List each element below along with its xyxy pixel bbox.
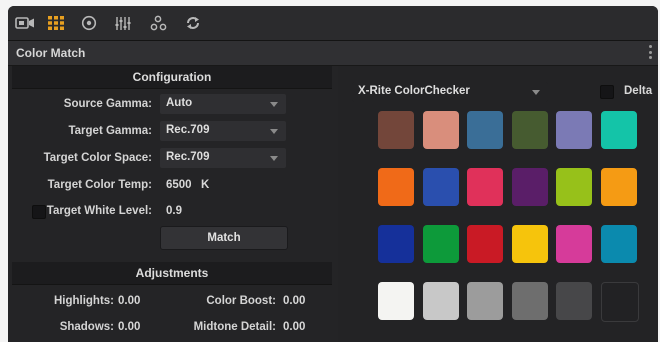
highlights-field[interactable]: 0.00 xyxy=(118,295,140,307)
target-white-level-field[interactable]: 0.9 xyxy=(166,205,182,217)
color-swatch[interactable] xyxy=(378,225,414,263)
color-swatch[interactable] xyxy=(600,282,639,322)
chart-type-value: X-Rite ColorChecker xyxy=(358,85,470,97)
target-color-space-value: Rec.709 xyxy=(166,151,210,163)
chevron-down-icon xyxy=(270,129,278,134)
target-gamma-value: Rec.709 xyxy=(166,124,210,136)
toolbar xyxy=(8,6,658,41)
match-button[interactable]: Match xyxy=(160,226,288,250)
color-swatch[interactable] xyxy=(467,282,503,320)
chevron-down-icon xyxy=(270,156,278,161)
target-white-level-checkbox[interactable] xyxy=(32,205,46,219)
color-swatch[interactable] xyxy=(378,111,414,149)
adjustments-header: Adjustments xyxy=(12,262,332,285)
chevron-down-icon xyxy=(270,102,278,107)
color-swatch[interactable] xyxy=(556,225,592,263)
color-swatch[interactable] xyxy=(467,168,503,206)
color-chart-panel: X-Rite ColorChecker Delta xyxy=(348,66,658,342)
color-swatch[interactable] xyxy=(378,168,414,206)
target-color-space-label: Target Color Space: xyxy=(43,152,152,164)
color-swatch[interactable] xyxy=(600,168,637,206)
source-gamma-value: Auto xyxy=(166,97,193,109)
color-swatch[interactable] xyxy=(556,111,592,149)
color-swatch[interactable] xyxy=(467,111,503,149)
camera-icon[interactable] xyxy=(14,13,36,33)
color-swatch[interactable] xyxy=(600,225,637,263)
midtone-detail-label: Midtone Detail: xyxy=(193,321,276,333)
target-color-temp-field[interactable]: 6500 xyxy=(166,179,192,191)
refresh-icon[interactable] xyxy=(182,13,204,33)
delta-checkbox[interactable] xyxy=(600,85,614,99)
color-swatch[interactable] xyxy=(511,282,548,320)
color-swatch[interactable] xyxy=(556,168,592,206)
chevron-down-icon xyxy=(532,90,540,95)
panel-title-bar: Color Match xyxy=(8,41,658,66)
color-swatch[interactable] xyxy=(422,282,459,320)
target-icon[interactable] xyxy=(78,13,100,33)
target-gamma-label: Target Gamma: xyxy=(68,125,152,137)
sliders-icon[interactable] xyxy=(112,13,134,33)
midtone-detail-field[interactable]: 0.00 xyxy=(283,321,305,333)
target-color-temp-label: Target Color Temp: xyxy=(47,179,152,191)
color-swatch[interactable] xyxy=(511,225,548,263)
panel-title: Color Match xyxy=(16,46,86,60)
target-color-space-dropdown[interactable]: Rec.709 xyxy=(160,148,286,168)
panel-options-icon[interactable] xyxy=(649,45,652,59)
color-swatch[interactable] xyxy=(422,225,459,263)
delta-label: Delta xyxy=(624,85,653,97)
color-grid-icon[interactable] xyxy=(45,13,67,33)
color-match-window: Color Match Configuration Source Gamma: … xyxy=(8,6,658,342)
chart-type-dropdown[interactable]: X-Rite ColorChecker xyxy=(352,82,548,102)
color-swatch[interactable] xyxy=(600,111,637,149)
color-swatch[interactable] xyxy=(422,111,459,149)
color-swatch[interactable] xyxy=(422,168,459,206)
target-color-temp-unit: K xyxy=(201,179,210,191)
target-gamma-dropdown[interactable]: Rec.709 xyxy=(160,121,286,141)
color-swatch[interactable] xyxy=(378,282,414,320)
color-boost-field[interactable]: 0.00 xyxy=(283,295,305,307)
color-swatch[interactable] xyxy=(511,168,548,206)
color-swatch[interactable] xyxy=(511,111,548,149)
target-white-level-label: Target White Level: xyxy=(46,205,152,217)
color-swatch[interactable] xyxy=(556,282,592,320)
nodes-icon[interactable] xyxy=(148,13,170,33)
highlights-label: Highlights: xyxy=(53,295,114,307)
configuration-panel: Configuration Source Gamma: Auto Target … xyxy=(8,66,338,342)
configuration-header: Configuration xyxy=(12,66,332,89)
source-gamma-label: Source Gamma: xyxy=(63,98,152,110)
shadows-field[interactable]: 0.00 xyxy=(118,321,140,333)
color-boost-label: Color Boost: xyxy=(206,295,276,307)
shadows-label: Shadows: xyxy=(59,321,114,333)
color-swatch[interactable] xyxy=(467,225,503,263)
source-gamma-dropdown[interactable]: Auto xyxy=(160,94,286,114)
